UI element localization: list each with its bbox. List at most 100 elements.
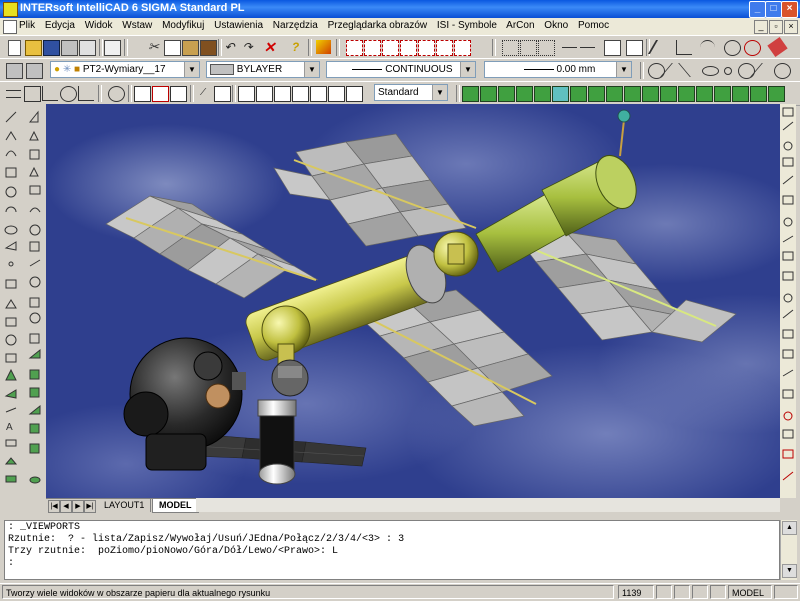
save-image-icon[interactable] xyxy=(660,86,677,102)
document-icon[interactable] xyxy=(3,20,17,34)
right-tool-icons[interactable] xyxy=(780,104,796,498)
menu-tools[interactable]: Narzędzia xyxy=(273,20,318,31)
command-window[interactable]: : _VIEWPORTS Rzutnie: ? - lista/Zapisz/W… xyxy=(4,520,780,580)
lineweight-select[interactable]: 0.00 mm ▼ xyxy=(484,61,632,78)
menu-insert[interactable]: Wstaw xyxy=(122,20,152,31)
background-icon[interactable] xyxy=(570,86,587,102)
command-prompt[interactable]: : xyxy=(8,558,776,570)
lights-icon[interactable] xyxy=(516,86,533,102)
redraw-icon[interactable] xyxy=(436,40,453,56)
drawing-viewport[interactable] xyxy=(46,104,780,498)
zoom-realtime-icon[interactable] xyxy=(724,40,741,56)
menu-edit[interactable]: Edycja xyxy=(45,20,75,31)
status-osnap[interactable] xyxy=(710,585,726,599)
status-snap[interactable] xyxy=(656,585,672,599)
dim-reassociate-icon[interactable] xyxy=(346,86,363,102)
render-icon[interactable] xyxy=(462,86,479,102)
app-icon[interactable] xyxy=(3,2,18,17)
layer-previous-icon[interactable] xyxy=(26,63,43,79)
layers-icon[interactable] xyxy=(6,63,23,79)
tab-last-button[interactable]: ▶| xyxy=(84,500,96,513)
tab-prev-button[interactable]: ◀ xyxy=(60,500,72,513)
line-draw-icon[interactable] xyxy=(660,63,688,77)
regen-icon[interactable] xyxy=(454,40,471,56)
dim-center-icon[interactable] xyxy=(108,86,125,102)
landscape-icon[interactable] xyxy=(606,86,623,102)
tab-layout1[interactable]: LAYOUT1 xyxy=(98,499,152,512)
color-select[interactable]: BYLAYER ▼ xyxy=(206,61,320,78)
dim-angular-icon[interactable] xyxy=(78,86,94,101)
dim-variables-icon[interactable] xyxy=(328,86,345,102)
osnap-endpoint-icon[interactable] xyxy=(562,40,577,54)
dim-oblique-icon[interactable] xyxy=(214,86,231,102)
maximize-button[interactable]: □ xyxy=(765,1,782,18)
scroll-down-button[interactable]: ▼ xyxy=(782,564,797,578)
dim-ordinate-icon[interactable] xyxy=(42,86,58,101)
match-properties-icon[interactable] xyxy=(200,40,217,56)
redo-icon[interactable]: ↷ xyxy=(240,40,255,54)
dynamic-view-icon[interactable] xyxy=(744,40,761,56)
point-tool-icon[interactable] xyxy=(720,63,735,77)
dim-update-icon[interactable] xyxy=(274,86,291,102)
line-tool-icon[interactable] xyxy=(647,40,674,54)
dim-aligned-icon[interactable] xyxy=(24,86,41,102)
delete-icon[interactable]: ✕ xyxy=(262,40,277,54)
dim-linear-icon[interactable] xyxy=(6,86,21,100)
close-button[interactable]: × xyxy=(781,1,798,18)
draw-order-icon[interactable] xyxy=(316,40,331,54)
hide-icon[interactable] xyxy=(498,86,515,102)
menu-isi-symbols[interactable]: ISI - Symbole xyxy=(437,20,497,31)
mirror-tool-icon[interactable] xyxy=(750,63,778,77)
menu-settings[interactable]: Ustawienia xyxy=(214,20,263,31)
pan-icon[interactable] xyxy=(346,40,363,56)
mdi-minimize-button[interactable]: _ xyxy=(754,20,768,34)
dim-tedit-icon[interactable]: ⁄ xyxy=(196,86,211,100)
minimize-button[interactable]: _ xyxy=(749,1,766,18)
left-tool-icons[interactable]: A xyxy=(0,104,46,502)
status-extra[interactable] xyxy=(774,585,798,599)
render-prefs-icon[interactable] xyxy=(624,86,641,102)
status-mode[interactable]: MODEL xyxy=(728,585,772,599)
dimstyle-select[interactable]: Standard ▼ xyxy=(374,84,448,101)
horizontal-scrollbar[interactable] xyxy=(196,498,780,512)
menu-view[interactable]: Widok xyxy=(85,20,113,31)
layer-select[interactable]: ● ✳ ■ PT2-Wymiary__17 ▼ xyxy=(50,61,200,78)
save-icon[interactable] xyxy=(43,40,60,56)
help-icon[interactable]: ? xyxy=(288,40,303,54)
menu-arcon[interactable]: ArCon xyxy=(506,20,534,31)
new-icon[interactable] xyxy=(6,40,21,56)
dim-continue-icon[interactable] xyxy=(152,86,169,102)
view-3d-icon[interactable] xyxy=(732,86,749,102)
offset-tool-icon[interactable] xyxy=(774,63,791,79)
zoom-previous-icon[interactable] xyxy=(400,40,417,56)
camera-icon[interactable] xyxy=(768,86,785,102)
polyline-icon[interactable] xyxy=(678,63,706,77)
replay-icon[interactable] xyxy=(678,86,695,102)
linetype-select[interactable]: CONTINUOUS ▼ xyxy=(326,61,476,78)
dim-style-icon[interactable] xyxy=(310,86,327,102)
dim-baseline-icon[interactable] xyxy=(134,86,151,102)
print-icon[interactable] xyxy=(61,40,78,56)
materials-icon[interactable] xyxy=(534,86,551,102)
cut-icon[interactable]: ✂ xyxy=(146,40,161,54)
shade-icon[interactable] xyxy=(480,86,497,102)
orbit-icon[interactable] xyxy=(750,86,767,102)
undo-icon[interactable]: ↶ xyxy=(222,40,237,54)
tab-next-button[interactable]: ▶ xyxy=(72,500,84,513)
command-scrollbar[interactable]: ▲ ▼ xyxy=(780,520,797,580)
snap-grid-icon[interactable] xyxy=(502,40,519,56)
menu-file[interactable]: Plik xyxy=(19,20,35,31)
mdi-restore-button[interactable]: ▫ xyxy=(769,20,783,34)
tab-model[interactable]: MODEL xyxy=(152,499,199,513)
angle-tool-icon[interactable] xyxy=(676,40,692,55)
zoom-all-icon[interactable] xyxy=(418,40,435,56)
mdi-close-button[interactable]: × xyxy=(784,20,798,34)
library-icon[interactable] xyxy=(714,86,731,102)
print-preview-icon[interactable] xyxy=(79,40,96,56)
menu-window[interactable]: Okno xyxy=(544,20,568,31)
dim-override-icon[interactable] xyxy=(292,86,309,102)
dim-radius-icon[interactable] xyxy=(60,86,77,102)
text-style-icon[interactable] xyxy=(626,40,643,56)
grid-icon[interactable] xyxy=(520,40,537,56)
leader-icon[interactable] xyxy=(256,86,273,102)
